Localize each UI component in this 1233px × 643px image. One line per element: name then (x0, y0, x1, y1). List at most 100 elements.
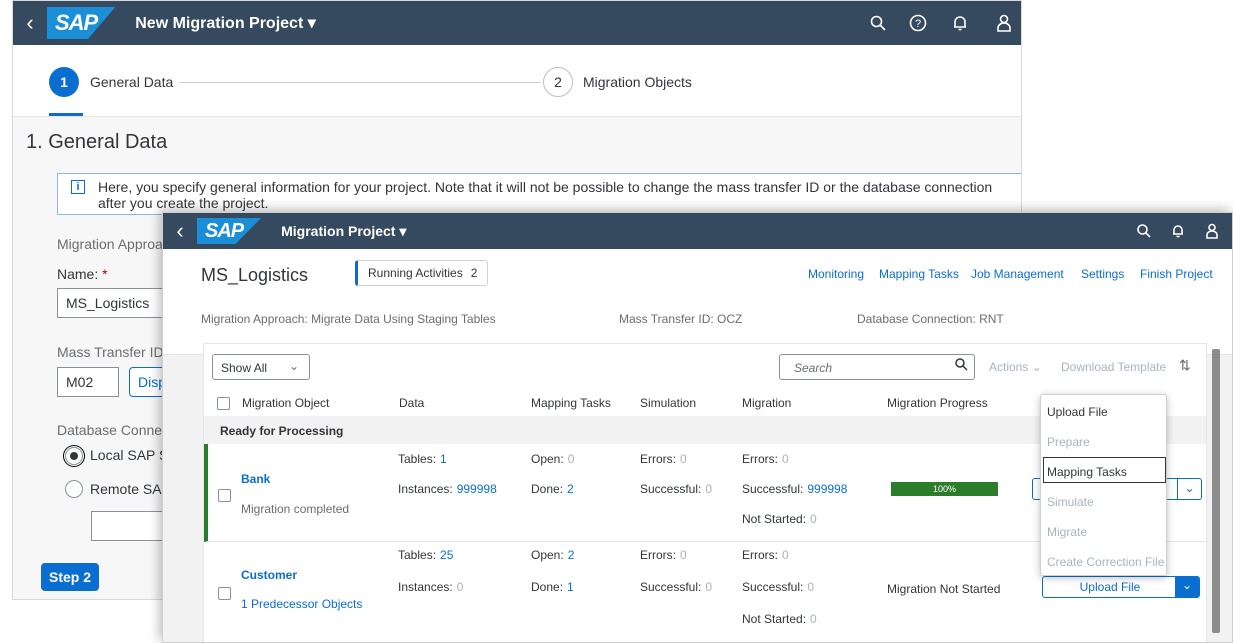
notification-bell-icon[interactable] (945, 1, 975, 45)
sort-icon[interactable]: ⇅ (1179, 357, 1191, 374)
wizard-progress-bar: 1 General Data 2 Migration Objects (13, 45, 1021, 117)
migration-approach-label: Migration Approa (57, 236, 163, 252)
object-name-link[interactable]: Customer (241, 568, 297, 582)
step-1-indicator[interactable]: 1 (49, 67, 79, 97)
menu-item-create-correction-file[interactable]: Create Correction File (1047, 555, 1164, 569)
menu-item-mapping-tasks[interactable]: Mapping Tasks (1047, 465, 1127, 479)
mapping-tasks-link[interactable]: Mapping Tasks (879, 267, 959, 281)
menu-item-prepare[interactable]: Prepare (1047, 435, 1090, 449)
app-title[interactable]: Migration Project ▾ (281, 223, 406, 240)
chevron-down-icon: ⌄ (288, 359, 299, 373)
step-2-indicator[interactable]: 2 (543, 67, 573, 97)
tables-cell: Tables: 1 (398, 452, 447, 466)
instances-cell: Instances: 999998 (398, 482, 497, 496)
info-text-line1: Here, you specify general information fo… (98, 179, 993, 195)
settings-link[interactable]: Settings (1081, 267, 1124, 281)
local-sap-radio-label: Local SAP S (90, 447, 169, 463)
user-icon[interactable] (1197, 213, 1227, 249)
finish-project-link[interactable]: Finish Project (1140, 267, 1213, 281)
column-header-migration[interactable]: Migration (742, 396, 791, 410)
remote-sap-radio[interactable] (65, 480, 83, 498)
user-icon[interactable] (989, 1, 1019, 45)
done-count-link[interactable]: 1 (567, 580, 574, 594)
name-input[interactable]: MS_Logistics (57, 288, 177, 318)
step-connector (179, 82, 541, 83)
column-header-migration-progress[interactable]: Migration Progress (887, 396, 988, 410)
vertical-scrollbar[interactable] (1212, 349, 1220, 633)
job-management-link[interactable]: Job Management (971, 267, 1064, 281)
project-name: MS_Logistics (201, 265, 309, 285)
column-header-data[interactable]: Data (399, 396, 424, 410)
object-name-link[interactable]: Bank (241, 472, 270, 486)
actions-menu-button[interactable]: Actions ⌄ (989, 360, 1042, 374)
predecessor-objects-link[interactable]: 1 Predecessor Objects (241, 597, 362, 611)
done-tasks-cell: Done: 1 (531, 580, 574, 594)
notification-bell-icon[interactable] (1163, 213, 1193, 249)
simulation-successful-cell: Successful: 0 (640, 580, 713, 594)
mass-transfer-id-label: Mass Transfer ID (57, 344, 164, 360)
object-page-header (163, 249, 1232, 355)
search-input[interactable]: Search (779, 354, 975, 380)
column-header-simulation[interactable]: Simulation (640, 396, 696, 410)
download-template-button[interactable]: Download Template (1061, 360, 1166, 374)
row-checkbox[interactable] (218, 489, 231, 502)
search-icon[interactable] (1129, 213, 1159, 249)
mass-transfer-id-text: Mass Transfer ID: OCZ (619, 312, 743, 326)
migration-successful-cell: Successful: 0 (742, 580, 815, 594)
running-activities-count: 2 (470, 266, 478, 280)
migration-status-text: Migration Not Started (887, 582, 1001, 596)
back-chevron-icon[interactable]: ‹ (13, 10, 47, 36)
tables-cell: Tables: 25 (398, 548, 454, 562)
search-icon[interactable] (863, 1, 893, 45)
instances-count-link[interactable]: 999998 (457, 482, 497, 496)
migration-not-started-cell: Not Started: 0 (742, 512, 817, 526)
required-asterisk: * (102, 266, 108, 282)
monitoring-link[interactable]: Monitoring (808, 267, 864, 281)
menu-item-migrate[interactable]: Migrate (1047, 525, 1087, 539)
migration-successful-link[interactable]: 999998 (807, 482, 847, 496)
shell-bar: ‹ SAP New Migration Project ▾ ? (13, 1, 1021, 45)
mass-transfer-id-input[interactable]: M02 (57, 367, 119, 397)
show-all-select[interactable]: Show All ⌄ (212, 354, 310, 380)
help-icon[interactable]: ? (903, 1, 933, 45)
chevron-down-icon[interactable]: ⌄ (1175, 576, 1199, 598)
migration-errors-cell: Errors: 0 (742, 452, 789, 466)
svg-text:?: ? (915, 18, 921, 30)
search-icon[interactable] (955, 358, 968, 374)
select-all-checkbox[interactable] (217, 397, 230, 410)
name-label: Name: * (57, 266, 108, 282)
chevron-down-icon: ⌄ (1031, 360, 1042, 374)
column-header-migration-object[interactable]: Migration Object (242, 396, 329, 410)
info-text-line2: after you create the project. (98, 195, 269, 211)
database-connection-text: Database Connection: RNT (857, 312, 1004, 326)
migration-approach-text: Migration Approach: Migrate Data Using S… (201, 312, 496, 326)
back-chevron-icon[interactable]: ‹ (163, 218, 197, 244)
simulation-errors-cell: Errors: 0 (640, 548, 687, 562)
row-checkbox[interactable] (218, 587, 231, 600)
chevron-down-icon[interactable]: ⌄ (1177, 479, 1201, 499)
local-sap-radio[interactable] (65, 447, 83, 465)
migration-not-started-cell: Not Started: 0 (742, 612, 817, 626)
migration-successful-cell: Successful: 999998 (742, 482, 848, 496)
upload-file-split-button[interactable]: Upload File ⌄ (1042, 576, 1200, 598)
step-2-label[interactable]: Migration Objects (583, 74, 692, 90)
menu-item-upload-file[interactable]: Upload File (1047, 405, 1108, 419)
app-title[interactable]: New Migration Project ▾ (135, 13, 316, 33)
migration-errors-cell: Errors: 0 (742, 548, 789, 562)
tables-count-link[interactable]: 25 (440, 548, 453, 562)
step-1-label[interactable]: General Data (90, 74, 173, 90)
active-step-underline (49, 113, 83, 116)
open-tasks-cell: Open: 2 (531, 548, 575, 562)
table-toolbar: Show All ⌄ Search Actions ⌄ Download Temp… (204, 344, 1206, 384)
column-header-mapping-tasks[interactable]: Mapping Tasks (531, 396, 611, 410)
running-activities-button[interactable]: Running Activities 2 (355, 260, 489, 286)
menu-item-simulate[interactable]: Simulate (1047, 495, 1094, 509)
open-tasks-cell: Open: 0 (531, 452, 575, 466)
info-message-strip: i Here, you specify general information … (57, 173, 1021, 215)
instances-cell: Instances: 0 (398, 580, 464, 594)
upload-file-button[interactable]: Upload File (1043, 577, 1177, 597)
done-count-link[interactable]: 2 (567, 482, 574, 496)
tables-count-link[interactable]: 1 (440, 452, 447, 466)
step-2-button[interactable]: Step 2 (41, 563, 99, 591)
open-count-link[interactable]: 2 (568, 548, 575, 562)
